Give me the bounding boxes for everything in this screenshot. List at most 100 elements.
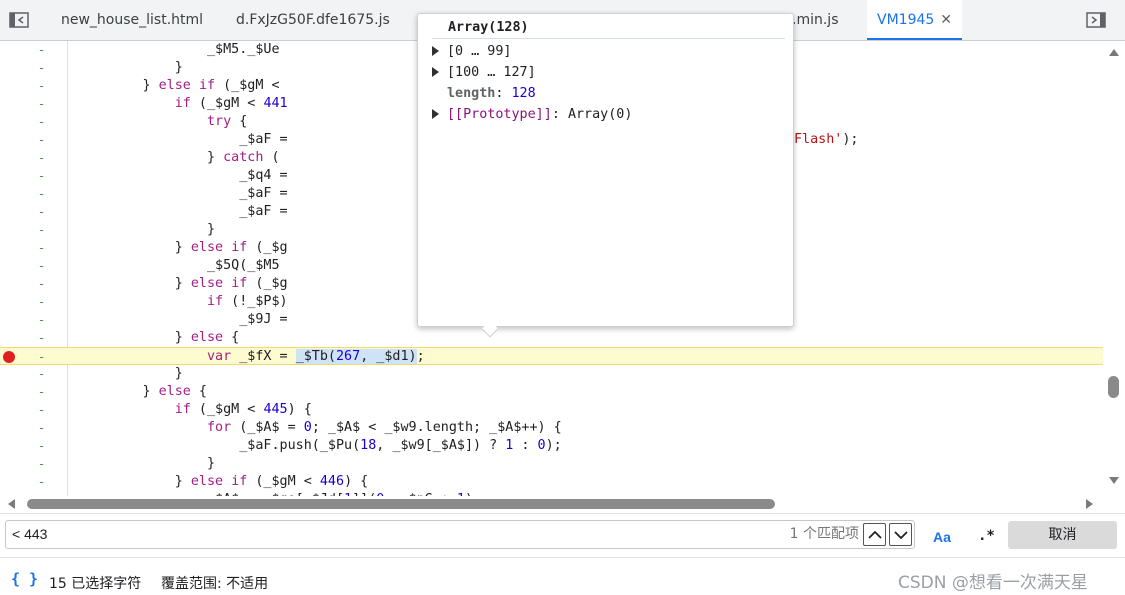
popover-row-label: [100 … 127]	[447, 65, 536, 80]
line-marker: -	[38, 295, 46, 309]
code-text: } else if (_$g	[78, 276, 288, 291]
tab-fxjzg50f-js[interactable]: d.FxJzG50F.dfe1675.js	[236, 0, 390, 40]
popover-prop-value: Array(0)	[567, 107, 633, 122]
code-line[interactable]: - }	[0, 455, 1103, 473]
popover-title: Array(128)	[448, 20, 529, 35]
line-marker: -	[38, 133, 46, 147]
value-popover: Array(128) [0 … 99] [100 … 127] length: …	[417, 13, 794, 338]
code-text: _$aF =	[78, 186, 288, 201]
pretty-print-icon[interactable]: { }	[11, 570, 38, 588]
scroll-up-icon[interactable]	[1109, 49, 1119, 56]
code-text: } else if (_$gM <	[78, 78, 280, 93]
code-text: } else if (_$gM < 446) {	[78, 474, 369, 489]
next-match-button[interactable]	[889, 523, 912, 546]
code-text: if (_$gM < 445) {	[174, 402, 312, 417]
scroll-down-icon[interactable]	[1109, 477, 1119, 484]
chevron-down-icon	[893, 530, 908, 539]
code-text-tail: Flash');	[794, 132, 859, 147]
previous-match-button[interactable]	[863, 523, 886, 546]
line-marker: -	[38, 331, 46, 345]
code-text: _$aF.push(_$Pu(18, _$w9[_$A$]) ? 1 : 0);	[78, 438, 562, 453]
cancel-search-button[interactable]: 取消	[1008, 521, 1117, 549]
line-marker: -	[38, 403, 46, 417]
code-text: }	[78, 366, 183, 381]
line-marker: -	[38, 61, 46, 75]
popover-prop-key: length	[447, 86, 496, 101]
code-text: for (_$A$ = 0; _$A$ < _$w9.length; _$A$+…	[207, 420, 562, 435]
horizontal-scrollbar[interactable]	[0, 496, 1103, 512]
status-bar: { } 15 已选择字符 覆盖范围: 不适用 CSDN @想看一次满天星	[0, 557, 1125, 595]
code-line[interactable]: - } else {	[0, 329, 1103, 347]
selected-expression: _$Tb(267, _$d1)	[295, 349, 417, 364]
regex-toggle[interactable]: .*	[978, 528, 995, 544]
code-text: _$q4 =	[78, 168, 288, 183]
code-text: }	[78, 60, 183, 75]
tab-min-js[interactable]: .min.js	[792, 0, 838, 40]
line-marker: -	[38, 367, 46, 381]
scroll-left-icon[interactable]	[8, 499, 15, 509]
popover-row-range-100-127[interactable]: [100 … 127]	[432, 63, 536, 83]
breakpoint-icon[interactable]	[3, 351, 15, 363]
code-text: if (_$gM < 441	[174, 96, 288, 111]
expand-triangle-icon[interactable]	[432, 67, 439, 77]
line-marker: -	[38, 205, 46, 219]
popover-row-prototype[interactable]: [[Prototype]]: Array(0)	[432, 105, 632, 125]
line-marker: -	[38, 421, 46, 435]
code-line[interactable]: - }	[0, 365, 1103, 383]
search-bar: < 443 1 个匹配项 Aa .* 取消	[0, 513, 1125, 557]
popover-prop-key: [[Prototype]]	[447, 107, 552, 122]
code-text: } else {	[78, 384, 207, 399]
code-text: var _$fX = _$Tb(267, _$d1);	[207, 349, 425, 364]
watermark: CSDN @想看一次满天星	[898, 573, 1088, 593]
line-marker: -	[38, 277, 46, 291]
tab-vm1945[interactable]: VM1945 ✕	[867, 0, 963, 40]
expand-triangle-icon[interactable]	[432, 46, 439, 56]
scroll-right-icon[interactable]	[1086, 499, 1093, 509]
tab-new-house-list[interactable]: new_house_list.html	[61, 0, 203, 40]
code-text: _$5Q(_$M5	[78, 258, 280, 273]
expand-triangle-icon[interactable]	[432, 109, 439, 119]
line-marker: -	[38, 475, 46, 489]
code-text: _$aF =	[78, 204, 288, 219]
popover-prop-value: 128	[511, 86, 536, 101]
match-case-toggle[interactable]: Aa	[933, 529, 951, 545]
popover-divider	[432, 38, 785, 39]
code-line[interactable]: - } else if (_$gM < 446) {	[0, 473, 1103, 491]
code-line[interactable]: - _$aF.push(_$Pu(18, _$w9[_$A$]) ? 1 : 0…	[0, 437, 1103, 455]
popover-row-range-0-99[interactable]: [0 … 99]	[432, 42, 512, 62]
coverage-status[interactable]: 覆盖范围: 不适用	[161, 573, 268, 593]
code-text: _$aF =	[78, 132, 288, 147]
line-marker: -	[38, 439, 46, 453]
line-marker: -	[38, 187, 46, 201]
toggle-debugger-icon[interactable]	[1085, 11, 1107, 29]
code-text: }	[78, 222, 216, 237]
line-marker: -	[38, 115, 46, 129]
line-marker: -	[38, 151, 46, 165]
popover-row-label: [0 … 99]	[447, 44, 512, 59]
code-text: _$9J =	[78, 312, 288, 327]
code-text: } else {	[78, 330, 240, 345]
search-match-count: 1 个匹配项	[789, 526, 859, 542]
line-marker: -	[38, 350, 46, 364]
code-text: } catch (	[78, 150, 280, 165]
code-text: } else if (_$g	[78, 240, 288, 255]
horizontal-scroll-thumb[interactable]	[27, 499, 775, 509]
code-text: if (!_$P$)	[207, 294, 288, 309]
search-input-value: < 443	[12, 526, 48, 542]
toggle-navigator-icon[interactable]	[8, 10, 30, 30]
vertical-scroll-thumb[interactable]	[1108, 376, 1119, 398]
line-marker: -	[38, 169, 46, 183]
code-line[interactable]: - } else {	[0, 383, 1103, 401]
code-line[interactable]: - if (_$gM < 445) {	[0, 401, 1103, 419]
line-marker: -	[38, 259, 46, 273]
search-input[interactable]: < 443 1 个匹配项	[5, 520, 915, 549]
vertical-scrollbar[interactable]	[1103, 41, 1125, 496]
selection-status: 15 已选择字符	[49, 576, 142, 592]
code-text: try {	[207, 114, 248, 129]
paused-code-line[interactable]: - var _$fX = _$Tb(267, _$d1);	[0, 347, 1103, 365]
close-tab-icon[interactable]: ✕	[940, 0, 952, 40]
tab-vm1945-label: VM1945	[877, 12, 935, 28]
code-line[interactable]: - for (_$A$ = 0; _$A$ < _$w9.length; _$A…	[0, 419, 1103, 437]
line-marker: -	[38, 97, 46, 111]
line-marker: -	[38, 241, 46, 255]
